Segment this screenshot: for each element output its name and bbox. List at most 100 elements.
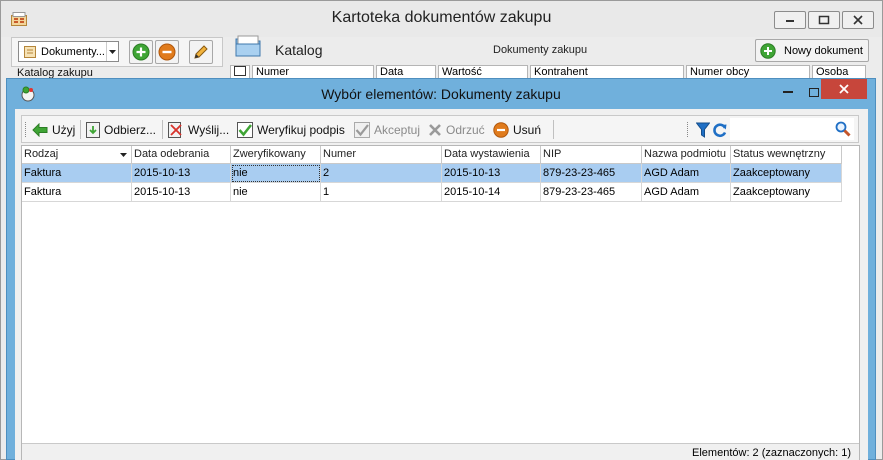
close-icon (853, 15, 863, 25)
search-box[interactable] (730, 118, 854, 140)
toolbar-separator (553, 120, 554, 139)
column-header-data-odebrania[interactable]: Data odebrania (132, 146, 231, 164)
column-header-rodzaj[interactable]: Rodzaj (22, 146, 132, 164)
minimize-button[interactable] (774, 11, 806, 29)
cell-data-wystawienia[interactable]: 2015-10-13 (442, 164, 541, 183)
search-icon[interactable] (835, 121, 851, 137)
maximize-button[interactable] (808, 11, 840, 29)
cell-nip[interactable]: 879-23-23-465 (541, 183, 642, 202)
use-label: Użyj (52, 123, 76, 137)
documents-grid: Rodzaj Data odebrania Zweryfikowany Nume… (21, 145, 860, 460)
cell-numer[interactable]: 1 (321, 183, 442, 202)
column-header-nip[interactable]: NIP (541, 146, 642, 164)
cell-rodzaj[interactable]: Faktura (22, 183, 132, 202)
status-bar: Elementów: 2 (zaznaczonych: 1) (22, 443, 859, 460)
arrow-left-icon (32, 123, 48, 137)
minus-circle-icon (493, 122, 509, 138)
use-button[interactable]: Użyj (32, 120, 75, 140)
delete-button[interactable]: Usuń (493, 120, 541, 140)
main-window-title: Kartoteka dokumentów zakupu (331, 9, 552, 26)
receive-document-icon (86, 122, 100, 138)
cell-numer[interactable]: 2 (321, 164, 442, 183)
dialog-body: Użyj Odbierz... Wyślij... Weryfikuj podp… (15, 109, 868, 460)
column-header-nazwa-podmiotu[interactable]: Nazwa podmiotu (642, 146, 731, 164)
column-header[interactable]: Kontrahent (530, 65, 684, 79)
documents-column-headers: Numer Data Wartość Kontrahent Numer obcy… (230, 65, 872, 79)
sort-down-icon (120, 153, 127, 157)
cell-zweryfikowany[interactable]: nie (231, 164, 321, 183)
add-catalog-button[interactable] (129, 40, 153, 64)
toolbar-grip[interactable] (687, 122, 690, 137)
toolbar-separator (162, 120, 163, 139)
dialog-toolbar: Użyj Odbierz... Wyślij... Weryfikuj podp… (21, 115, 859, 143)
cell-status[interactable]: Zaakceptowany (731, 164, 842, 183)
accept-label: Akceptuj (374, 123, 421, 137)
cell-data-odebrania[interactable]: 2015-10-13 (132, 183, 231, 202)
verify-signature-button[interactable]: Weryfikuj podpis (237, 120, 345, 140)
column-header[interactable]: Data (376, 65, 436, 79)
search-input[interactable] (730, 118, 830, 138)
column-header[interactable]: Numer (252, 65, 374, 79)
new-document-button[interactable]: Nowy dokument (755, 39, 869, 62)
accept-button[interactable]: Akceptuj (354, 120, 420, 140)
column-header-status[interactable]: Status wewnętrzny (731, 146, 842, 164)
dialog-minimize-button[interactable] (775, 82, 801, 102)
document-type-combo[interactable]: Dokumenty... (18, 41, 119, 62)
toolbar-separator (80, 120, 81, 139)
send-document-icon (168, 122, 182, 138)
send-label: Wyślij... (188, 123, 230, 137)
column-header[interactable]: Wartość (438, 65, 528, 79)
catalog-toolbar: Dokumenty... (11, 37, 223, 67)
refresh-icon (713, 123, 727, 138)
table-row[interactable]: Faktura 2015-10-13 nie 2 2015-10-13 879-… (22, 164, 842, 183)
grid-header: Rodzaj Data odebrania Zweryfikowany Nume… (22, 146, 842, 164)
select-all-column[interactable] (230, 65, 250, 79)
minimize-icon (783, 91, 793, 93)
catalog-title: Katalog (275, 42, 323, 58)
cell-nazwa-podmiotu[interactable]: AGD Adam (642, 164, 731, 183)
maximize-icon (809, 87, 819, 97)
pencil-icon (194, 45, 208, 59)
documents-label: Dokumenty zakupu (493, 44, 588, 56)
combo-value: Dokumenty... (41, 45, 105, 58)
documents-header: Katalog Dokumenty zakupu Nowy dokument (227, 31, 873, 65)
dialog-title: Wybór elementów: Dokumenty zakupu (321, 86, 561, 102)
close-button[interactable] (842, 11, 874, 29)
column-header-zweryfikowany[interactable]: Zweryfikowany (231, 146, 321, 164)
dialog-close-button[interactable] (821, 79, 867, 99)
column-header[interactable]: Osoba (812, 65, 866, 79)
plus-circle-icon (132, 43, 150, 61)
column-header[interactable]: Numer obcy (686, 65, 810, 79)
maximize-icon (818, 15, 830, 25)
cell-data-odebrania[interactable]: 2015-10-13 (132, 164, 231, 183)
cell-zweryfikowany[interactable]: nie (231, 183, 321, 202)
minimize-icon (786, 20, 794, 22)
plus-circle-icon (760, 42, 776, 59)
reject-label: Odrzuć (446, 123, 485, 137)
new-document-label: Nowy dokument (784, 44, 863, 57)
column-header-numer[interactable]: Numer (321, 146, 442, 164)
reject-x-icon (429, 124, 441, 136)
refresh-button[interactable] (712, 120, 732, 140)
table-row[interactable]: Faktura 2015-10-13 nie 1 2015-10-14 879-… (22, 183, 842, 202)
edit-catalog-button[interactable] (189, 40, 213, 64)
send-button[interactable]: Wyślij... (168, 120, 229, 140)
receive-button[interactable]: Odbierz... (86, 120, 156, 140)
cell-rodzaj[interactable]: Faktura (22, 164, 132, 183)
close-icon (839, 84, 849, 94)
receive-label: Odbierz... (104, 123, 157, 137)
reject-button[interactable]: Odrzuć (428, 120, 485, 140)
delete-label: Usuń (513, 123, 542, 137)
column-header-data-wystawienia[interactable]: Data wystawienia (442, 146, 541, 164)
selection-dialog: Wybór elementów: Dokumenty zakupu Użyj O… (6, 78, 876, 460)
column-header-label: Rodzaj (24, 148, 59, 160)
cell-nip[interactable]: 879-23-23-465 (541, 164, 642, 183)
chevron-down-icon (106, 42, 118, 61)
toolbar-grip[interactable] (25, 122, 28, 137)
dialog-titlebar: Wybór elementów: Dokumenty zakupu (7, 79, 875, 109)
cell-nazwa-podmiotu[interactable]: AGD Adam (642, 183, 731, 202)
remove-catalog-button[interactable] (155, 40, 179, 64)
cell-data-wystawienia[interactable]: 2015-10-14 (442, 183, 541, 202)
cell-status[interactable]: Zaakceptowany (731, 183, 842, 202)
verify-label: Weryfikuj podpis (257, 123, 345, 137)
